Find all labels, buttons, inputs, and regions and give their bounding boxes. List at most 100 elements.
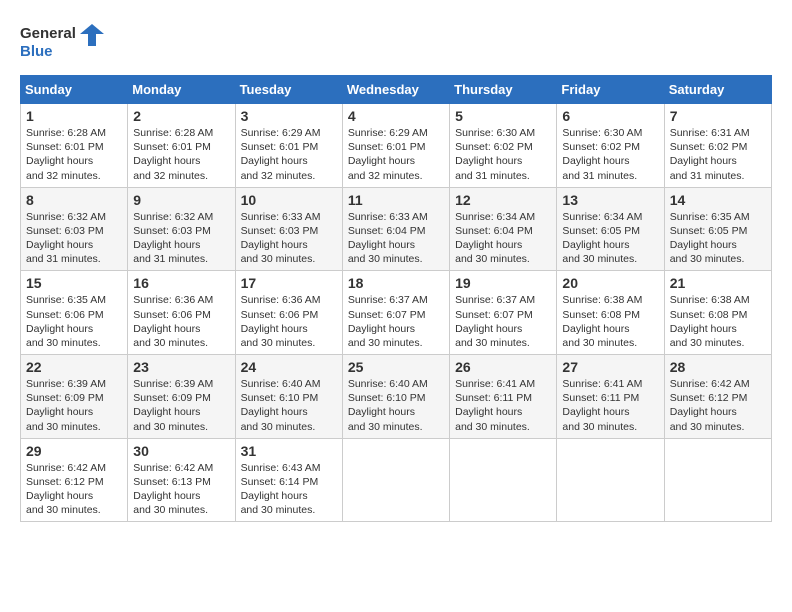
day-number: 24 <box>241 359 337 375</box>
day-number: 7 <box>670 108 766 124</box>
day-info: Sunrise: 6:39 AMSunset: 6:09 PMDaylight … <box>133 378 213 433</box>
col-header-saturday: Saturday <box>664 76 771 104</box>
page-header: General Blue <box>20 20 772 65</box>
calendar-table: SundayMondayTuesdayWednesdayThursdayFrid… <box>20 75 772 522</box>
day-info: Sunrise: 6:28 AMSunset: 6:01 PMDaylight … <box>26 127 106 182</box>
day-info: Sunrise: 6:40 AMSunset: 6:10 PMDaylight … <box>241 378 321 433</box>
day-number: 19 <box>455 275 551 291</box>
day-number: 21 <box>670 275 766 291</box>
day-cell: 4 Sunrise: 6:29 AMSunset: 6:01 PMDaylight… <box>342 104 449 188</box>
day-info: Sunrise: 6:40 AMSunset: 6:10 PMDaylight … <box>348 378 428 433</box>
day-info: Sunrise: 6:30 AMSunset: 6:02 PMDaylight … <box>455 127 535 182</box>
day-info: Sunrise: 6:30 AMSunset: 6:02 PMDaylight … <box>562 127 642 182</box>
day-info: Sunrise: 6:32 AMSunset: 6:03 PMDaylight … <box>133 211 213 266</box>
day-number: 25 <box>348 359 444 375</box>
day-cell: 19 Sunrise: 6:37 AMSunset: 6:07 PMDayligh… <box>450 271 557 355</box>
day-number: 6 <box>562 108 658 124</box>
day-info: Sunrise: 6:43 AMSunset: 6:14 PMDaylight … <box>241 462 321 517</box>
day-number: 12 <box>455 192 551 208</box>
day-info: Sunrise: 6:42 AMSunset: 6:12 PMDaylight … <box>670 378 750 433</box>
day-cell <box>450 438 557 522</box>
week-row-1: 1 Sunrise: 6:28 AMSunset: 6:01 PMDaylight… <box>21 104 772 188</box>
day-info: Sunrise: 6:37 AMSunset: 6:07 PMDaylight … <box>348 294 428 349</box>
day-number: 30 <box>133 443 229 459</box>
day-number: 23 <box>133 359 229 375</box>
col-header-sunday: Sunday <box>21 76 128 104</box>
day-cell: 7 Sunrise: 6:31 AMSunset: 6:02 PMDaylight… <box>664 104 771 188</box>
week-row-2: 8 Sunrise: 6:32 AMSunset: 6:03 PMDaylight… <box>21 187 772 271</box>
day-number: 18 <box>348 275 444 291</box>
day-cell: 31 Sunrise: 6:43 AMSunset: 6:14 PMDayligh… <box>235 438 342 522</box>
day-cell: 14 Sunrise: 6:35 AMSunset: 6:05 PMDayligh… <box>664 187 771 271</box>
day-cell <box>664 438 771 522</box>
day-cell: 13Sunrise: 6:34 AMSunset: 6:05 PMDayligh… <box>557 187 664 271</box>
day-info: Sunrise: 6:34 AMSunset: 6:04 PMDaylight … <box>455 211 535 266</box>
day-number: 1 <box>26 108 122 124</box>
day-number: 22 <box>26 359 122 375</box>
day-info: Sunrise: 6:28 AMSunset: 6:01 PMDaylight … <box>133 127 213 182</box>
day-number: 4 <box>348 108 444 124</box>
day-cell: 1 Sunrise: 6:28 AMSunset: 6:01 PMDaylight… <box>21 104 128 188</box>
day-info: Sunrise: 6:34 AMSunset: 6:05 PMDaylight … <box>562 211 642 266</box>
day-cell: 12 Sunrise: 6:34 AMSunset: 6:04 PMDayligh… <box>450 187 557 271</box>
day-cell: 5Sunrise: 6:30 AMSunset: 6:02 PMDaylight… <box>450 104 557 188</box>
day-cell: 28 Sunrise: 6:42 AMSunset: 6:12 PMDayligh… <box>664 355 771 439</box>
day-info: Sunrise: 6:41 AMSunset: 6:11 PMDaylight … <box>562 378 642 433</box>
day-info: Sunrise: 6:36 AMSunset: 6:06 PMDaylight … <box>133 294 213 349</box>
day-number: 14 <box>670 192 766 208</box>
day-info: Sunrise: 6:35 AMSunset: 6:05 PMDaylight … <box>670 211 750 266</box>
day-cell: 27 Sunrise: 6:41 AMSunset: 6:11 PMDayligh… <box>557 355 664 439</box>
day-number: 9 <box>133 192 229 208</box>
day-number: 10 <box>241 192 337 208</box>
day-info: Sunrise: 6:31 AMSunset: 6:02 PMDaylight … <box>670 127 750 182</box>
day-number: 20 <box>562 275 658 291</box>
day-number: 8 <box>26 192 122 208</box>
day-cell: 9 Sunrise: 6:32 AMSunset: 6:03 PMDaylight… <box>128 187 235 271</box>
day-cell: 24 Sunrise: 6:40 AMSunset: 6:10 PMDayligh… <box>235 355 342 439</box>
day-cell: 3 Sunrise: 6:29 AMSunset: 6:01 PMDaylight… <box>235 104 342 188</box>
day-number: 17 <box>241 275 337 291</box>
day-info: Sunrise: 6:42 AMSunset: 6:12 PMDaylight … <box>26 462 106 517</box>
day-info: Sunrise: 6:32 AMSunset: 6:03 PMDaylight … <box>26 211 106 266</box>
day-info: Sunrise: 6:42 AMSunset: 6:13 PMDaylight … <box>133 462 213 517</box>
header-row: SundayMondayTuesdayWednesdayThursdayFrid… <box>21 76 772 104</box>
day-cell: 16 Sunrise: 6:36 AMSunset: 6:06 PMDayligh… <box>128 271 235 355</box>
day-cell: 2 Sunrise: 6:28 AMSunset: 6:01 PMDaylight… <box>128 104 235 188</box>
day-info: Sunrise: 6:33 AMSunset: 6:04 PMDaylight … <box>348 211 428 266</box>
day-cell: 10 Sunrise: 6:33 AMSunset: 6:03 PMDayligh… <box>235 187 342 271</box>
day-cell: 25 Sunrise: 6:40 AMSunset: 6:10 PMDayligh… <box>342 355 449 439</box>
day-info: Sunrise: 6:38 AMSunset: 6:08 PMDaylight … <box>562 294 642 349</box>
day-number: 27 <box>562 359 658 375</box>
day-number: 16 <box>133 275 229 291</box>
day-number: 26 <box>455 359 551 375</box>
col-header-wednesday: Wednesday <box>342 76 449 104</box>
svg-text:Blue: Blue <box>20 43 53 60</box>
day-cell <box>557 438 664 522</box>
day-cell: 15 Sunrise: 6:35 AMSunset: 6:06 PMDayligh… <box>21 271 128 355</box>
day-info: Sunrise: 6:37 AMSunset: 6:07 PMDaylight … <box>455 294 535 349</box>
day-info: Sunrise: 6:29 AMSunset: 6:01 PMDaylight … <box>241 127 321 182</box>
svg-text:General: General <box>20 25 76 42</box>
day-number: 29 <box>26 443 122 459</box>
day-number: 3 <box>241 108 337 124</box>
day-info: Sunrise: 6:41 AMSunset: 6:11 PMDaylight … <box>455 378 535 433</box>
day-number: 15 <box>26 275 122 291</box>
day-number: 31 <box>241 443 337 459</box>
day-number: 2 <box>133 108 229 124</box>
day-info: Sunrise: 6:33 AMSunset: 6:03 PMDaylight … <box>241 211 321 266</box>
day-number: 28 <box>670 359 766 375</box>
day-info: Sunrise: 6:29 AMSunset: 6:01 PMDaylight … <box>348 127 428 182</box>
day-cell: 6 Sunrise: 6:30 AMSunset: 6:02 PMDaylight… <box>557 104 664 188</box>
day-cell: 20 Sunrise: 6:38 AMSunset: 6:08 PMDayligh… <box>557 271 664 355</box>
day-number: 11 <box>348 192 444 208</box>
day-info: Sunrise: 6:35 AMSunset: 6:06 PMDaylight … <box>26 294 106 349</box>
day-info: Sunrise: 6:38 AMSunset: 6:08 PMDaylight … <box>670 294 750 349</box>
week-row-4: 22 Sunrise: 6:39 AMSunset: 6:09 PMDayligh… <box>21 355 772 439</box>
col-header-thursday: Thursday <box>450 76 557 104</box>
col-header-friday: Friday <box>557 76 664 104</box>
logo-svg: General Blue <box>20 20 110 65</box>
day-cell: 17Sunrise: 6:36 AMSunset: 6:06 PMDayligh… <box>235 271 342 355</box>
day-cell: 29 Sunrise: 6:42 AMSunset: 6:12 PMDayligh… <box>21 438 128 522</box>
day-cell: 23 Sunrise: 6:39 AMSunset: 6:09 PMDayligh… <box>128 355 235 439</box>
logo: General Blue <box>20 20 110 65</box>
